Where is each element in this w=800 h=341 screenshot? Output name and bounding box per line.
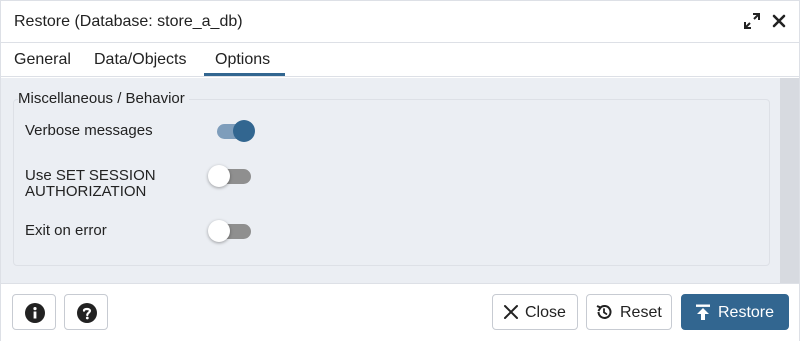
toggle-knob bbox=[233, 120, 255, 142]
toggle-knob bbox=[208, 220, 230, 242]
info-icon bbox=[25, 303, 45, 323]
tab-options[interactable]: Options bbox=[215, 51, 270, 69]
restore-button-label: Restore bbox=[718, 304, 775, 321]
help-icon bbox=[77, 303, 97, 323]
verbose-messages-toggle[interactable] bbox=[215, 119, 259, 143]
reset-button-label: Reset bbox=[620, 304, 662, 321]
dialog-title: Restore (Database: store_a_db) bbox=[14, 13, 243, 30]
toggle-knob bbox=[208, 165, 230, 187]
set-session-authorization-label-line1: Use SET SESSION bbox=[25, 167, 156, 184]
fieldset-legend: Miscellaneous / Behavior bbox=[18, 90, 189, 107]
active-tab-indicator bbox=[204, 73, 285, 76]
close-button[interactable]: Close bbox=[492, 294, 578, 330]
set-session-authorization-label-line2: AUTHORIZATION bbox=[25, 183, 147, 200]
tab-general[interactable]: General bbox=[14, 51, 71, 69]
set-session-authorization-toggle[interactable] bbox=[208, 164, 252, 188]
reset-icon bbox=[595, 303, 613, 321]
tab-bar: General Data/Objects Options bbox=[1, 43, 799, 77]
close-button-label: Close bbox=[525, 304, 566, 321]
restore-button[interactable]: Restore bbox=[681, 294, 789, 330]
close-icon[interactable] bbox=[770, 12, 788, 30]
verbose-messages-label: Verbose messages bbox=[25, 122, 153, 139]
exit-on-error-label: Exit on error bbox=[25, 222, 107, 239]
tab-data-objects[interactable]: Data/Objects bbox=[94, 51, 186, 69]
help-button[interactable] bbox=[64, 294, 108, 330]
x-icon bbox=[502, 303, 520, 321]
expand-icon[interactable] bbox=[743, 12, 761, 30]
info-button[interactable] bbox=[12, 294, 56, 330]
dialog-title-bar[interactable]: Restore (Database: store_a_db) bbox=[1, 1, 799, 43]
restore-dialog: Restore (Database: store_a_db) General D… bbox=[0, 0, 800, 341]
reset-button[interactable]: Reset bbox=[586, 294, 672, 330]
panel-scrollbar[interactable] bbox=[780, 78, 799, 283]
options-panel: Miscellaneous / Behavior Verbose message… bbox=[1, 78, 780, 283]
exit-on-error-toggle[interactable] bbox=[208, 219, 252, 243]
upload-icon bbox=[694, 303, 712, 321]
dialog-footer: Close Reset Restore bbox=[1, 283, 799, 341]
